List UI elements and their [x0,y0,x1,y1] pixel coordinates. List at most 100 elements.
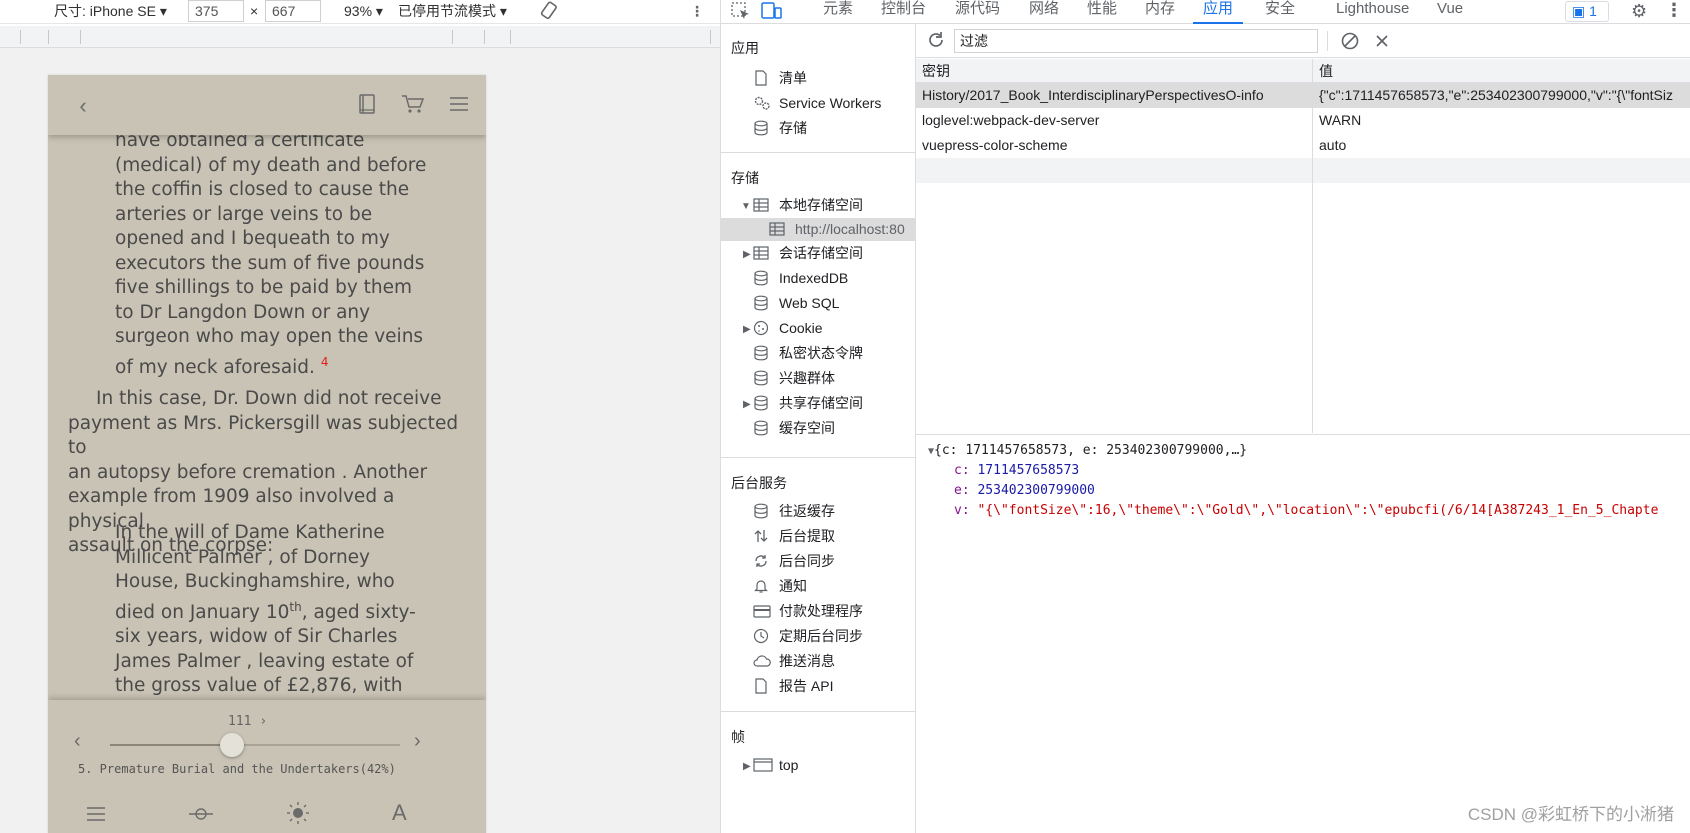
table-icon [769,221,787,237]
sidebar-item-payment-handler[interactable]: 付款处理程序 [753,600,863,623]
filter-toolbar: 过滤 [916,24,1690,58]
tab-memory[interactable]: 内存 [1145,0,1175,24]
prev-chapter-icon[interactable]: ‹ [74,730,81,753]
table-row-empty[interactable] [916,158,1690,183]
dropdown-arrow-icon: ▾ [159,3,167,19]
progress-icon[interactable] [188,804,214,825]
column-header-key[interactable]: 密钥 [916,59,1312,83]
sidebar-item-indexeddb[interactable]: IndexedDB [753,267,848,290]
table-cell-value: auto [1319,137,1347,153]
zoom-label: 93% [344,3,373,19]
page-indicator[interactable]: 111 › [228,714,267,729]
table-row[interactable]: History/2017_Book_InterdisciplinaryPersp… [916,83,1690,108]
refresh-icon[interactable] [926,30,946,53]
sidebar-item-interest-groups[interactable]: 兴趣群体 [753,367,835,390]
menu-icon[interactable] [446,93,472,119]
sidebar-item-service-workers[interactable]: Service Workers [753,92,881,115]
tab-lighthouse[interactable]: Lighthouse [1336,0,1409,24]
height-input[interactable]: 667 [265,0,321,22]
tab-sources[interactable]: 源代码 [955,0,1000,24]
tab-vue[interactable]: Vue [1437,0,1463,24]
expand-down-icon[interactable]: ▼ [741,201,751,212]
up-down-arrows-icon [753,528,771,544]
sidebar-item-shared-storage[interactable]: 共享存储空间 [753,392,863,415]
sidebar-item-bfcache[interactable]: 往返缓存 [753,500,835,523]
zoom-select[interactable]: 93% ▾ [344,0,383,24]
progress-track[interactable] [110,733,400,757]
text-line: executors the sum of five pounds [115,252,425,274]
book-icon[interactable] [354,93,380,119]
sidebar-item-push-messaging[interactable]: 推送消息 [753,650,835,673]
cookie-icon [753,320,771,336]
text-line: to Dr Langdon Down or any [115,301,371,323]
preview-property: c: 1711457658573 [954,463,1079,478]
device-toolbar: 尺寸: iPhone SE ▾ 375 × 667 93% ▾ 已停用节流模式 … [0,0,720,24]
inspect-element-icon[interactable] [731,2,751,23]
column-header-value[interactable]: 值 [1313,59,1690,83]
sidebar-item-session-storage[interactable]: 会话存储空间 [753,242,863,265]
filter-input[interactable]: 过滤 [954,29,1318,53]
expand-right-icon[interactable]: ▶ [743,761,751,772]
sidebar-item-localhost[interactable]: http://localhost:80 [721,218,916,241]
toc-icon[interactable] [86,804,106,825]
device-toggle-icon[interactable] [761,1,783,24]
sidebar-item-local-storage[interactable]: 本地存储空间 [753,194,863,217]
tab-application[interactable]: 应用 [1193,0,1244,24]
issues-button[interactable]: ▣ 1 [1565,1,1609,22]
width-input[interactable]: 375 [188,0,244,22]
tab-network[interactable]: 网络 [1029,0,1059,24]
sidebar-item-label: 缓存空间 [779,420,835,436]
sidebar-item-frame-top[interactable]: top [753,754,798,777]
sidebar-item-cookie[interactable]: Cookie [753,317,823,340]
sidebar-item-reporting-api[interactable]: 报告 API [753,675,833,698]
gears-icon [753,95,771,111]
sidebar-item-manifest[interactable]: 清单 [753,67,807,90]
table-icon [753,245,771,261]
footnote-link[interactable]: 4 [321,355,329,369]
sidebar-item-background-sync[interactable]: 后台同步 [753,550,835,573]
emulated-device-screen: ‹ have obtained a certificate (medical) … [48,75,486,833]
brightness-icon[interactable] [286,800,310,827]
sidebar-item-storage-overview[interactable]: 存储 [753,117,807,140]
tab-security[interactable]: 安全 [1265,0,1295,24]
expand-right-icon[interactable]: ▶ [743,324,751,335]
table-row[interactable]: loglevel:webpack-dev-server WARN [916,108,1690,133]
device-select[interactable]: 尺寸: iPhone SE ▾ [54,0,167,24]
sidebar-item-web-sql[interactable]: Web SQL [753,292,839,315]
sidebar-item-label: 私密状态令牌 [779,345,863,361]
next-chapter-icon[interactable]: › [414,730,421,753]
rotate-icon[interactable] [538,0,560,24]
table-row[interactable]: vuepress-color-scheme auto [916,133,1690,158]
clear-all-icon[interactable] [1340,31,1360,54]
tab-elements[interactable]: 元素 [823,0,853,24]
throttling-select[interactable]: 已停用节流模式 ▾ [398,0,507,24]
more-options-icon[interactable]: ⋮ [690,0,704,24]
tab-console[interactable]: 控制台 [881,0,926,24]
sidebar-item-label: 通知 [779,578,807,594]
sidebar-item-notifications[interactable]: 通知 [753,575,807,598]
cart-icon[interactable] [400,93,426,119]
settings-gear-icon[interactable]: ⚙ [1631,1,1647,22]
divider [1327,31,1328,51]
database-icon [753,270,771,286]
dropdown-arrow-icon: ▾ [375,3,383,19]
property-value: 1711457658573 [977,463,1080,478]
sidebar-item-background-fetch[interactable]: 后台提取 [753,525,835,548]
cloud-icon [753,653,771,669]
sidebar-item-periodic-sync[interactable]: 定期后台同步 [753,625,863,648]
font-size-icon[interactable]: A [392,800,407,826]
text-line: the coffin is closed to cause the [115,179,410,200]
progress-thumb[interactable] [219,733,244,757]
back-icon[interactable]: ‹ [70,93,96,119]
expand-right-icon[interactable]: ▶ [743,249,751,260]
tab-performance[interactable]: 性能 [1087,0,1117,24]
delete-selected-icon[interactable] [1372,31,1392,54]
storage-main-pane: 过滤 密钥 值 History/2017_Book_Interdisciplin… [916,24,1690,833]
sidebar-item-cache-storage[interactable]: 缓存空间 [753,417,835,440]
quote-block: In the will of Dame Katherine Millicent … [115,521,435,700]
sidebar-item-label: 本地存储空间 [779,197,863,213]
sidebar-item-private-state-tokens[interactable]: 私密状态令牌 [753,342,863,365]
preview-summary[interactable]: ▼{c: 1711457658573, e: 253402300799000,…… [928,443,1247,458]
expand-right-icon[interactable]: ▶ [743,399,751,410]
more-options-icon[interactable]: ⋮ [1665,0,1683,21]
